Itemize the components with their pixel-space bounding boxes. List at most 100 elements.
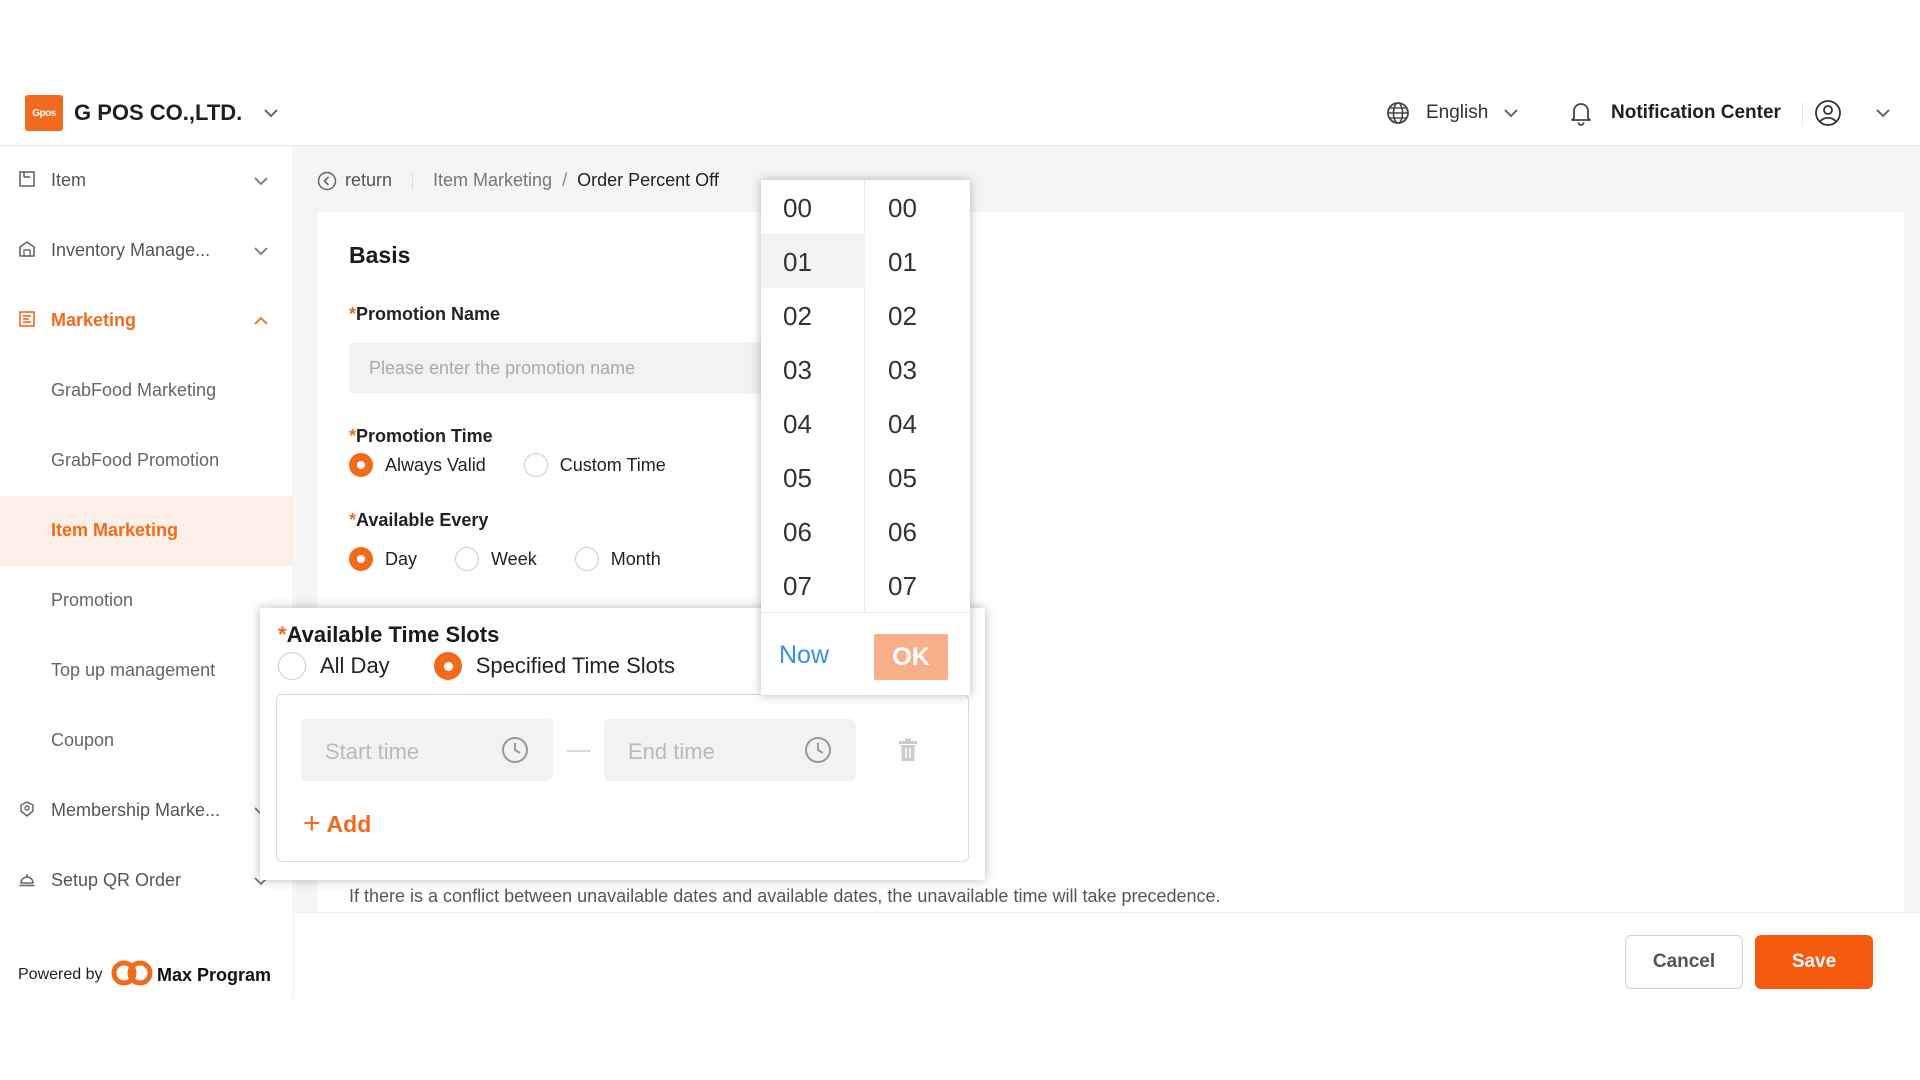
end-time-input[interactable]: End time xyxy=(604,719,856,781)
sidebar-item-label: GrabFood Marketing xyxy=(51,380,217,400)
promotion-time-radios: Always Valid Custom Time xyxy=(349,453,704,477)
max-program-brand: Max Program xyxy=(157,965,272,985)
add-time-slot-button[interactable]: + Add xyxy=(303,809,371,839)
add-label: Add xyxy=(326,810,372,837)
promotion-time-label: *Promotion Time xyxy=(349,426,493,447)
clock-icon xyxy=(805,737,831,763)
notification-center-link[interactable]: Notification Center xyxy=(1611,102,1781,124)
time-slots-radios: All Day Specified Time Slots xyxy=(278,652,719,680)
required-mark: * xyxy=(349,510,357,530)
hour-option[interactable]: 03 xyxy=(761,342,865,396)
sidebar-item-inventory[interactable]: Inventory Manage... xyxy=(0,216,294,286)
marketing-icon xyxy=(19,311,35,327)
time-slot-box: Start time End time + Add xyxy=(276,694,969,862)
start-time-input[interactable]: Start time xyxy=(301,719,553,781)
promotion-name-label: *Promotion Name xyxy=(349,304,500,325)
required-mark: * xyxy=(278,622,287,647)
max-program-logo-icon xyxy=(111,960,153,986)
minute-option[interactable]: 03 xyxy=(866,342,970,396)
sidebar-item-promotion[interactable]: Promotion xyxy=(0,566,294,636)
company-name[interactable]: G POS CO.,LTD. xyxy=(74,100,242,126)
sidebar-item-label: Coupon xyxy=(51,730,115,750)
minute-option[interactable]: 02 xyxy=(866,288,970,342)
bell-icon[interactable] xyxy=(1569,100,1593,126)
minute-option[interactable]: 01 xyxy=(866,234,970,288)
hour-option[interactable]: 06 xyxy=(761,504,865,558)
radio-label: Day xyxy=(385,548,418,569)
chevron-up-icon xyxy=(254,316,268,325)
trash-icon[interactable] xyxy=(897,738,919,762)
conflict-note: If there is a conflict between unavailab… xyxy=(349,886,1221,906)
hour-option[interactable]: 05 xyxy=(761,450,865,504)
sidebar-item-label: Top up management xyxy=(51,660,216,680)
breadcrumb-parent-link[interactable]: Item Marketing xyxy=(433,170,552,191)
radio-label: Always Valid xyxy=(385,454,486,475)
now-button[interactable]: Now xyxy=(779,641,829,670)
return-circle-icon[interactable] xyxy=(317,171,337,191)
minute-option[interactable]: 07 xyxy=(866,558,970,612)
radio-week[interactable]: Week xyxy=(455,547,537,571)
label-text: Available Time Slots xyxy=(286,622,500,647)
radio-day[interactable]: Day xyxy=(349,547,417,571)
radio-checked-icon[interactable] xyxy=(349,547,373,571)
header-divider xyxy=(1802,102,1803,126)
label-text: Promotion Time xyxy=(356,426,493,446)
radio-month[interactable]: Month xyxy=(574,547,661,571)
sidebar-item-top-up[interactable]: Top up management xyxy=(0,636,294,706)
radio-custom-time[interactable]: Custom Time xyxy=(523,453,666,477)
chevron-down-icon[interactable] xyxy=(262,104,280,122)
time-slots-label: *Available Time Slots xyxy=(278,622,499,648)
hour-option[interactable]: 02 xyxy=(761,288,865,342)
sidebar-item-grabfood-marketing[interactable]: GrabFood Marketing xyxy=(0,356,294,426)
radio-checked-icon[interactable] xyxy=(433,652,462,680)
radio-unchecked-icon[interactable] xyxy=(574,547,599,571)
radio-all-day[interactable]: All Day xyxy=(278,652,390,680)
minute-option[interactable]: 04 xyxy=(866,396,970,450)
required-mark: * xyxy=(349,426,357,446)
sidebar-item-item-marketing[interactable]: Item Marketing xyxy=(0,496,294,566)
sidebar-item-marketing[interactable]: Marketing xyxy=(0,286,294,356)
radio-always-valid[interactable]: Always Valid xyxy=(349,453,486,477)
radio-label: Week xyxy=(491,548,537,569)
chevron-down-icon[interactable] xyxy=(1874,104,1892,122)
sidebar-item-membership[interactable]: Membership Marke... xyxy=(0,776,294,846)
radio-unchecked-icon[interactable] xyxy=(455,547,480,571)
hour-option-selected[interactable]: 01 xyxy=(761,234,865,288)
sidebar-item-label: Marketing xyxy=(51,310,137,330)
plus-icon: + xyxy=(303,807,321,840)
hour-option[interactable]: 07 xyxy=(761,558,865,612)
sidebar-item-coupon[interactable]: Coupon xyxy=(0,706,294,776)
radio-unchecked-icon[interactable] xyxy=(278,652,306,680)
section-title: Basis xyxy=(349,242,411,268)
user-avatar-icon[interactable] xyxy=(1814,99,1842,127)
return-link[interactable]: return xyxy=(345,170,392,191)
minute-option[interactable]: 05 xyxy=(866,450,970,504)
ok-button[interactable]: OK xyxy=(874,634,948,680)
radio-specified-time-slots[interactable]: Specified Time Slots xyxy=(433,652,675,680)
cancel-button[interactable]: Cancel xyxy=(1625,935,1743,989)
minute-option[interactable]: 00 xyxy=(866,180,970,234)
radio-label: All Day xyxy=(320,653,390,678)
clock-icon xyxy=(502,737,528,763)
chevron-down-icon xyxy=(254,247,268,256)
save-button[interactable]: Save xyxy=(1755,935,1873,989)
sidebar-item-grabfood-promotion[interactable]: GrabFood Promotion xyxy=(0,426,294,496)
sidebar-item-item[interactable]: Item xyxy=(0,146,294,216)
radio-checked-icon[interactable] xyxy=(349,453,373,477)
radio-label: Custom Time xyxy=(559,454,666,475)
language-selector[interactable]: English xyxy=(1426,102,1488,124)
hour-option[interactable]: 04 xyxy=(761,396,865,450)
breadcrumb: return Item Marketing / Order Percent Of… xyxy=(317,170,719,191)
chevron-down-icon[interactable] xyxy=(1502,104,1520,122)
powered-by-label: Powered by xyxy=(18,966,103,983)
top-header: Gpos G POS CO.,LTD. English Notification… xyxy=(0,80,1920,146)
required-mark: * xyxy=(349,304,357,324)
minute-option[interactable]: 06 xyxy=(866,504,970,558)
sidebar-item-setup-qr-order[interactable]: Setup QR Order xyxy=(0,846,294,916)
radio-label: Specified Time Slots xyxy=(475,653,675,678)
radio-unchecked-icon[interactable] xyxy=(523,453,548,477)
sidebar-item-label: Item xyxy=(51,170,87,190)
warehouse-icon xyxy=(19,241,35,257)
hour-option[interactable]: 00 xyxy=(761,180,865,234)
available-every-label: *Available Every xyxy=(349,510,488,531)
